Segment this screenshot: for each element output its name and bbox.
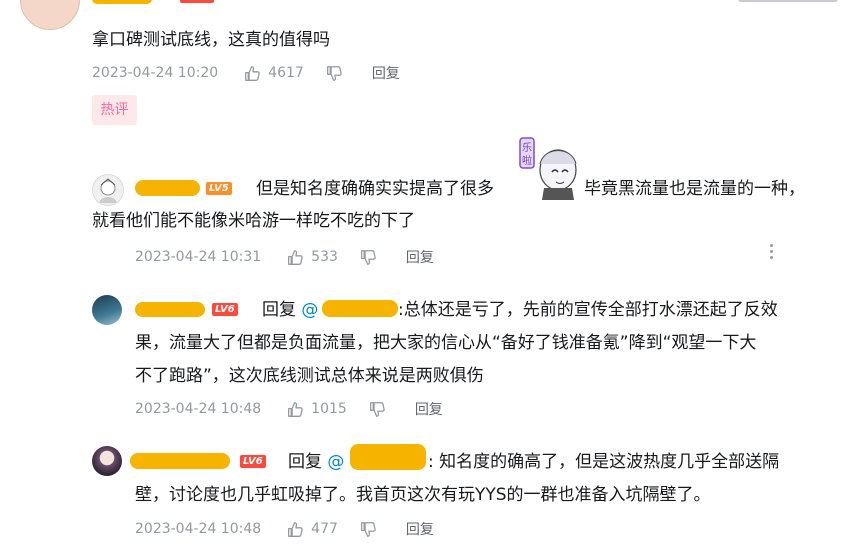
dislike-button[interactable]: [360, 249, 384, 266]
mention-link[interactable]: @: [301, 300, 318, 320]
like-count: 533: [311, 249, 338, 265]
comment-time: 2023-04-24 10:48: [135, 401, 262, 417]
like-button[interactable]: 1015: [287, 401, 347, 418]
redacted-username: [130, 453, 230, 469]
anime-avatar-icon: [99, 178, 117, 203]
mention-link[interactable]: @: [327, 452, 344, 472]
top-comment-text: 拿口碑测试底线，这真的值得吗: [92, 30, 330, 50]
thumb-down-icon: [369, 401, 385, 417]
like-count: 4617: [268, 65, 304, 81]
thumb-down-icon: [326, 65, 342, 81]
svg-text:乐: 乐: [522, 142, 532, 154]
like-button[interactable]: 533: [287, 249, 338, 266]
level-badge: [180, 0, 214, 3]
like-button[interactable]: 477: [287, 521, 338, 538]
reply-text-line-2: 果，流量大了但都是负面流量，把大家的信心从“备好了钱准备氪”降到“观望一下大: [135, 333, 757, 353]
redacted-username: [135, 302, 205, 317]
thumb-up-icon: [288, 521, 303, 537]
hot-comment-tag: 热评: [92, 95, 137, 125]
reply-prefix-label: 回复: [262, 300, 296, 320]
reply-prefix: 回复 @: [288, 447, 344, 477]
thumb-up-icon: [245, 65, 260, 81]
thumb-up-icon: [288, 401, 303, 417]
reply-button[interactable]: 回复: [372, 63, 400, 83]
reply-text-line-2: 就看他们能不能像米哈游一样吃不吃的下了: [92, 211, 415, 231]
reply-text-line-3: 不了跑路”，这次底线测试总体来说是两败俱伤: [135, 366, 484, 386]
dislike-button[interactable]: [369, 401, 393, 418]
emote-sticker: 乐 啦: [518, 136, 586, 202]
reply-text-line-2: 壁，讨论度也几乎虹吸掉了。我首页这次有玩YYS的一群也准备入坑隔壁了。: [135, 485, 711, 505]
redacted-mention: [350, 444, 426, 470]
reply-prefix-label: 回复: [288, 452, 322, 472]
reply-avatar[interactable]: [92, 295, 122, 325]
reply-prefix: 回复 @: [262, 295, 318, 325]
reply-text-part-a: 但是知名度确确实实提高了很多: [256, 179, 494, 199]
level-badge: LV6: [240, 455, 266, 468]
anime-emote-icon: 乐 啦: [519, 137, 577, 200]
reply-text-line-1: : 知名度的确高了，但是这波热度几乎全部送隔: [428, 452, 780, 472]
svg-text:啦: 啦: [522, 154, 532, 167]
comment-time: 2023-04-24 10:31: [135, 249, 262, 265]
reply-text-line-1: :总体还是亏了，先前的宣传全部打水漂还起了反效: [398, 300, 778, 320]
reply-avatar[interactable]: [92, 174, 124, 206]
like-count: 477: [311, 521, 338, 537]
level-badge: LV5: [206, 182, 232, 195]
reply-button[interactable]: 回复: [415, 399, 443, 419]
top-right-user-fragment: [738, 0, 838, 2]
comment-time: 2023-04-24 10:20: [92, 65, 219, 81]
reply-button[interactable]: 回复: [406, 247, 434, 267]
thumb-up-icon: [288, 249, 303, 265]
level-badge: LV6: [212, 303, 238, 316]
more-options-icon[interactable]: [768, 244, 774, 262]
thumb-down-icon: [360, 521, 376, 537]
comment-time: 2023-04-24 10:48: [135, 521, 262, 537]
reply-avatar[interactable]: [92, 446, 122, 476]
redacted-username: [92, 0, 152, 4]
dislike-button[interactable]: [360, 521, 384, 538]
top-commenter-avatar[interactable]: [20, 0, 80, 30]
dislike-button[interactable]: [326, 65, 350, 82]
redacted-username: [135, 180, 200, 196]
reply-meta: 2023-04-24 10:48 1015 回复: [135, 399, 465, 419]
like-count: 1015: [311, 401, 347, 417]
reply-meta: 2023-04-24 10:48 477 回复: [135, 519, 456, 539]
thumb-down-icon: [360, 249, 376, 265]
redacted-mention: [322, 300, 398, 317]
reply-text-part-b: 毕竟黑流量也是流量的一种，: [584, 179, 805, 199]
top-comment-meta: 2023-04-24 10:20 4617 回复: [92, 63, 422, 83]
reply-button[interactable]: 回复: [406, 519, 434, 539]
reply-meta: 2023-04-24 10:31 533 回复: [135, 247, 456, 267]
like-button[interactable]: 4617: [244, 65, 304, 82]
